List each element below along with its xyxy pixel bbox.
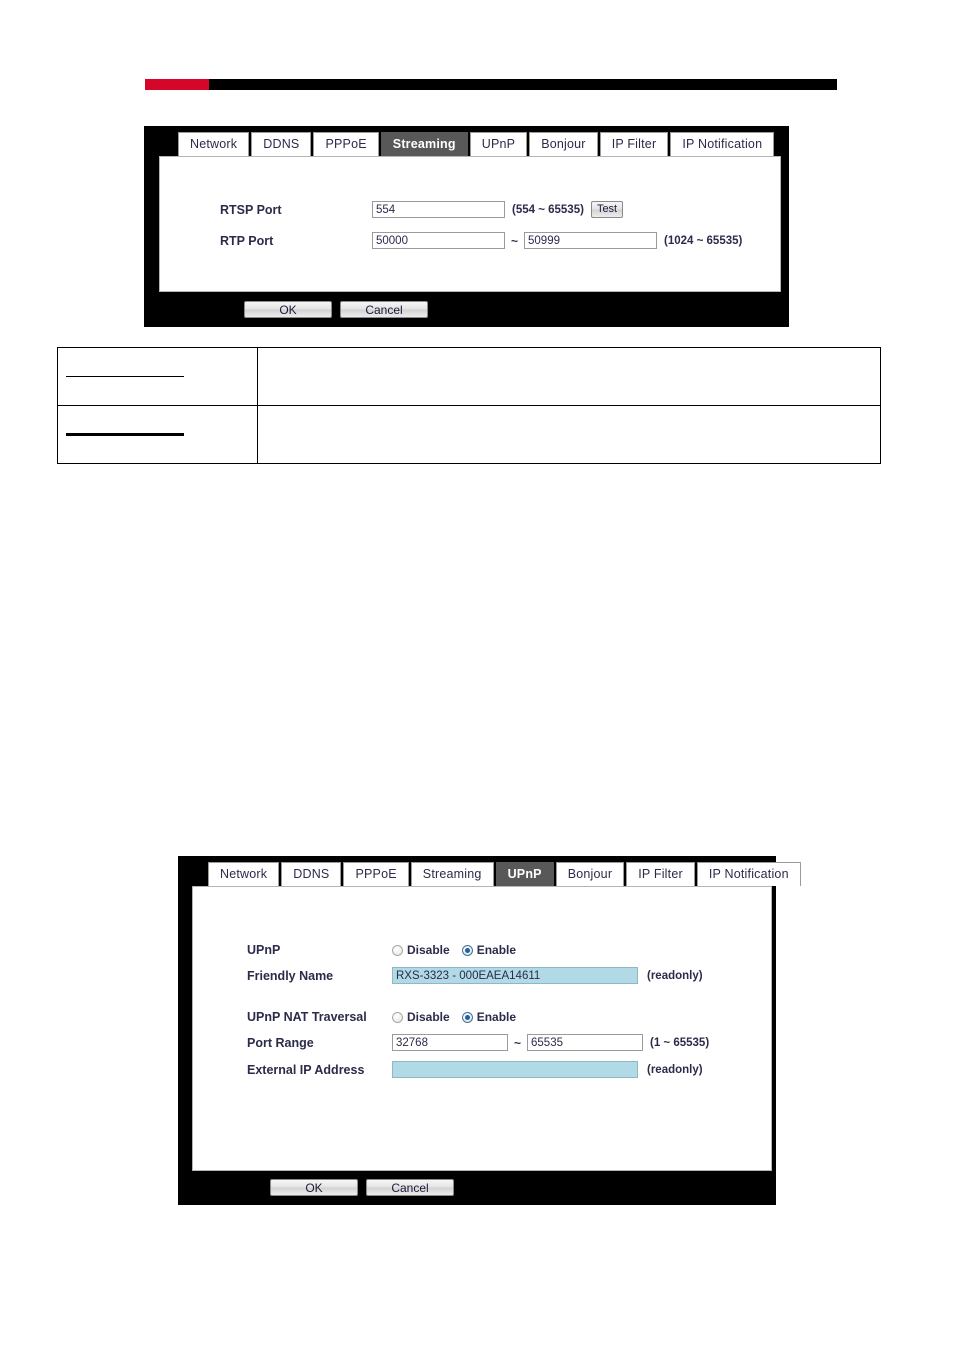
table-cell-term — [57, 347, 258, 406]
port-range-label: Port Range — [247, 1035, 314, 1050]
upnp-cancel-button[interactable]: Cancel — [366, 1178, 454, 1196]
term-underline-rule — [66, 376, 184, 377]
nat-traversal-radio-disable[interactable]: Disable — [392, 1010, 450, 1024]
table-row — [57, 405, 881, 464]
rtp-port-start-input[interactable] — [372, 232, 505, 249]
streaming-panel-footer: OK Cancel — [148, 292, 785, 326]
external-ip-row: External IP Address (readonly) — [247, 1061, 771, 1078]
tab-network[interactable]: Network — [178, 132, 250, 156]
table-cell-description — [257, 405, 881, 464]
radio-selected-icon — [461, 944, 473, 956]
table-row — [57, 347, 881, 406]
rtp-port-separator: ~ — [511, 233, 519, 248]
streaming-cancel-button[interactable]: Cancel — [340, 300, 428, 318]
upnp-radio-group: Disable Enable — [392, 943, 528, 957]
friendly-name-field-area: (readonly) — [392, 967, 703, 984]
tab-streaming[interactable]: Streaming — [410, 862, 494, 886]
notes-table — [57, 347, 881, 464]
rtp-port-field-area: ~ (1024 ~ 65535) — [372, 232, 742, 249]
table-cell-term — [57, 405, 258, 464]
upnp-enable-row: UPnP Disable Enable — [247, 943, 771, 957]
header-rule — [145, 79, 837, 90]
tab-streaming[interactable]: Streaming — [380, 132, 468, 156]
upnp-radio-disable[interactable]: Disable — [392, 943, 450, 957]
tab-ip-notification[interactable]: IP Notification — [696, 862, 801, 886]
tab-upnp[interactable]: UPnP — [469, 132, 528, 156]
port-range-start-input[interactable] — [392, 1034, 508, 1051]
external-ip-label: External IP Address — [247, 1062, 365, 1077]
upnp-radio-disable-label: Disable — [407, 943, 450, 957]
table-cell-description — [257, 347, 881, 406]
rtp-port-end-input[interactable] — [524, 232, 658, 249]
friendly-name-readonly-hint: (readonly) — [647, 969, 703, 982]
rtsp-test-button[interactable]: Test — [590, 201, 624, 218]
radio-selected-icon — [461, 1011, 473, 1023]
friendly-name-row: Friendly Name (readonly) — [247, 967, 771, 984]
rtsp-port-row: RTSP Port (554 ~ 65535) Test — [220, 201, 780, 218]
port-range-end-input[interactable] — [527, 1034, 644, 1051]
radio-unselected-icon — [392, 1011, 403, 1023]
tab-ip-notification[interactable]: IP Notification — [670, 132, 775, 156]
rtsp-port-label: RTSP Port — [220, 202, 282, 217]
term-underline-rule — [66, 433, 184, 436]
nat-traversal-radio-group: Disable Enable — [392, 1010, 528, 1024]
streaming-tabstrip: Network DDNS PPPoE Streaming UPnP Bonjou… — [148, 130, 785, 156]
external-ip-readonly-hint: (readonly) — [647, 1063, 703, 1076]
upnp-radio-enable-label: Enable — [476, 943, 517, 957]
port-range-hint: (1 ~ 65535) — [650, 1036, 710, 1049]
rtp-port-row: RTP Port ~ (1024 ~ 65535) — [220, 232, 780, 249]
streaming-ok-button[interactable]: OK — [244, 300, 332, 318]
tab-bonjour[interactable]: Bonjour — [555, 862, 625, 886]
rtp-port-range-hint: (1024 ~ 65535) — [664, 234, 743, 247]
port-range-separator: ~ — [514, 1035, 522, 1050]
upnp-radio-enable[interactable]: Enable — [461, 943, 517, 957]
tab-network[interactable]: Network — [208, 862, 280, 886]
nat-traversal-radio-disable-label: Disable — [407, 1010, 450, 1024]
streaming-panel-body: RTSP Port (554 ~ 65535) Test RTP Port ~ … — [159, 156, 781, 292]
tab-bonjour[interactable]: Bonjour — [529, 132, 598, 156]
tab-pppoe[interactable]: PPPoE — [343, 862, 409, 886]
header-rule-bar — [209, 79, 837, 90]
upnp-ok-button[interactable]: OK — [270, 1178, 358, 1196]
upnp-panel-body: UPnP Disable Enable Friendly Name (reado… — [192, 886, 772, 1171]
rtp-port-label: RTP Port — [220, 233, 274, 248]
tab-upnp[interactable]: UPnP — [495, 862, 554, 886]
nat-traversal-row: UPnP NAT Traversal Disable Enable — [247, 1010, 771, 1024]
nat-traversal-radio-enable-label: Enable — [476, 1010, 517, 1024]
rtsp-port-range-hint: (554 ~ 65535) — [512, 203, 584, 216]
friendly-name-input — [392, 967, 638, 984]
header-rule-accent — [145, 79, 209, 90]
tab-ip-filter[interactable]: IP Filter — [599, 132, 669, 156]
friendly-name-label: Friendly Name — [247, 968, 334, 983]
upnp-panel-footer: OK Cancel — [182, 1171, 772, 1203]
nat-traversal-radio-enable[interactable]: Enable — [461, 1010, 517, 1024]
port-range-row: Port Range ~ (1 ~ 65535) — [247, 1034, 771, 1051]
radio-unselected-icon — [392, 944, 403, 956]
tab-ip-filter[interactable]: IP Filter — [626, 862, 695, 886]
tab-pppoe[interactable]: PPPoE — [313, 132, 379, 156]
tab-ddns[interactable]: DDNS — [281, 862, 342, 886]
upnp-tabstrip: Network DDNS PPPoE Streaming UPnP Bonjou… — [182, 860, 801, 886]
nat-traversal-label: UPnP NAT Traversal — [247, 1010, 367, 1024]
upnp-label: UPnP — [247, 943, 281, 957]
tab-ddns[interactable]: DDNS — [251, 132, 312, 156]
upnp-settings-panel: Network DDNS PPPoE Streaming UPnP Bonjou… — [178, 856, 801, 1205]
port-range-field-area: ~ (1 ~ 65535) — [392, 1034, 709, 1051]
rtsp-port-input[interactable] — [372, 201, 505, 218]
streaming-settings-panel: Network DDNS PPPoE Streaming UPnP Bonjou… — [144, 126, 789, 327]
external-ip-field-area: (readonly) — [392, 1061, 703, 1078]
external-ip-input — [392, 1061, 638, 1078]
rtsp-port-field-area: (554 ~ 65535) Test — [372, 201, 624, 218]
